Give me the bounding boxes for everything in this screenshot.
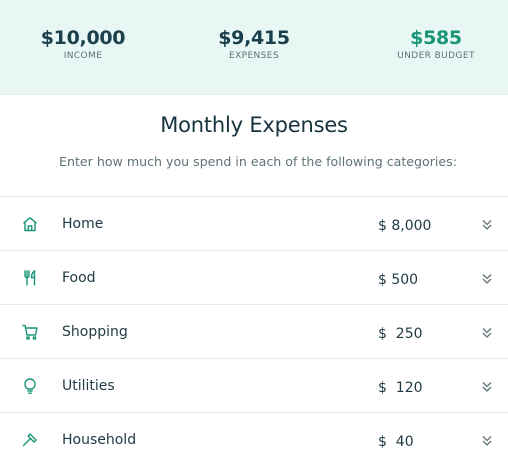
home-amount-input[interactable] (378, 216, 458, 236)
cart-icon (21, 323, 39, 341)
chevron-down-icon[interactable] (481, 325, 493, 339)
income-value: $10,000 (40, 27, 126, 49)
chevron-down-icon[interactable] (481, 379, 493, 393)
expense-row-food[interactable]: Food (0, 250, 508, 304)
household-amount-input[interactable] (378, 432, 458, 452)
income-stat: $10,000 INCOME (3, 27, 163, 61)
under-budget-stat: $585 UNDER BUDGET (356, 27, 508, 61)
expense-row-utilities[interactable]: Utilities (0, 358, 508, 412)
category-name: Food (62, 270, 96, 286)
income-label: INCOME (63, 51, 103, 61)
category-name: Home (62, 216, 104, 232)
utilities-amount-input[interactable] (378, 378, 458, 398)
shopping-amount-input[interactable] (378, 324, 458, 344)
under-budget-value: $585 (410, 27, 462, 49)
expenses-stat: $9,415 EXPENSES (174, 27, 334, 61)
food-amount-input[interactable] (378, 270, 458, 290)
expenses-label: EXPENSES (228, 51, 279, 61)
hammer-icon (21, 431, 39, 449)
category-name: Household (62, 432, 137, 448)
page-title: Monthly Expenses (160, 113, 348, 137)
summary-bar: $10,000 INCOME $9,415 EXPENSES $585 UNDE… (0, 0, 508, 95)
expense-row-shopping[interactable]: Shopping (0, 304, 508, 358)
expense-list: Home Food Shopping (0, 196, 508, 464)
expense-row-household[interactable]: Household (0, 412, 508, 464)
expense-row-home[interactable]: Home (0, 196, 508, 250)
category-name: Shopping (62, 324, 128, 340)
home-icon (21, 215, 39, 233)
expenses-value: $9,415 (218, 27, 290, 49)
under-budget-label: UNDER BUDGET (397, 51, 475, 61)
page-subtitle: Enter how much you spend in each of the … (59, 154, 457, 169)
chevron-down-icon[interactable] (481, 433, 493, 447)
chevron-down-icon[interactable] (481, 217, 493, 231)
utensils-icon (21, 269, 39, 287)
lightbulb-icon (21, 377, 39, 395)
category-name: Utilities (62, 378, 115, 394)
chevron-down-icon[interactable] (481, 271, 493, 285)
